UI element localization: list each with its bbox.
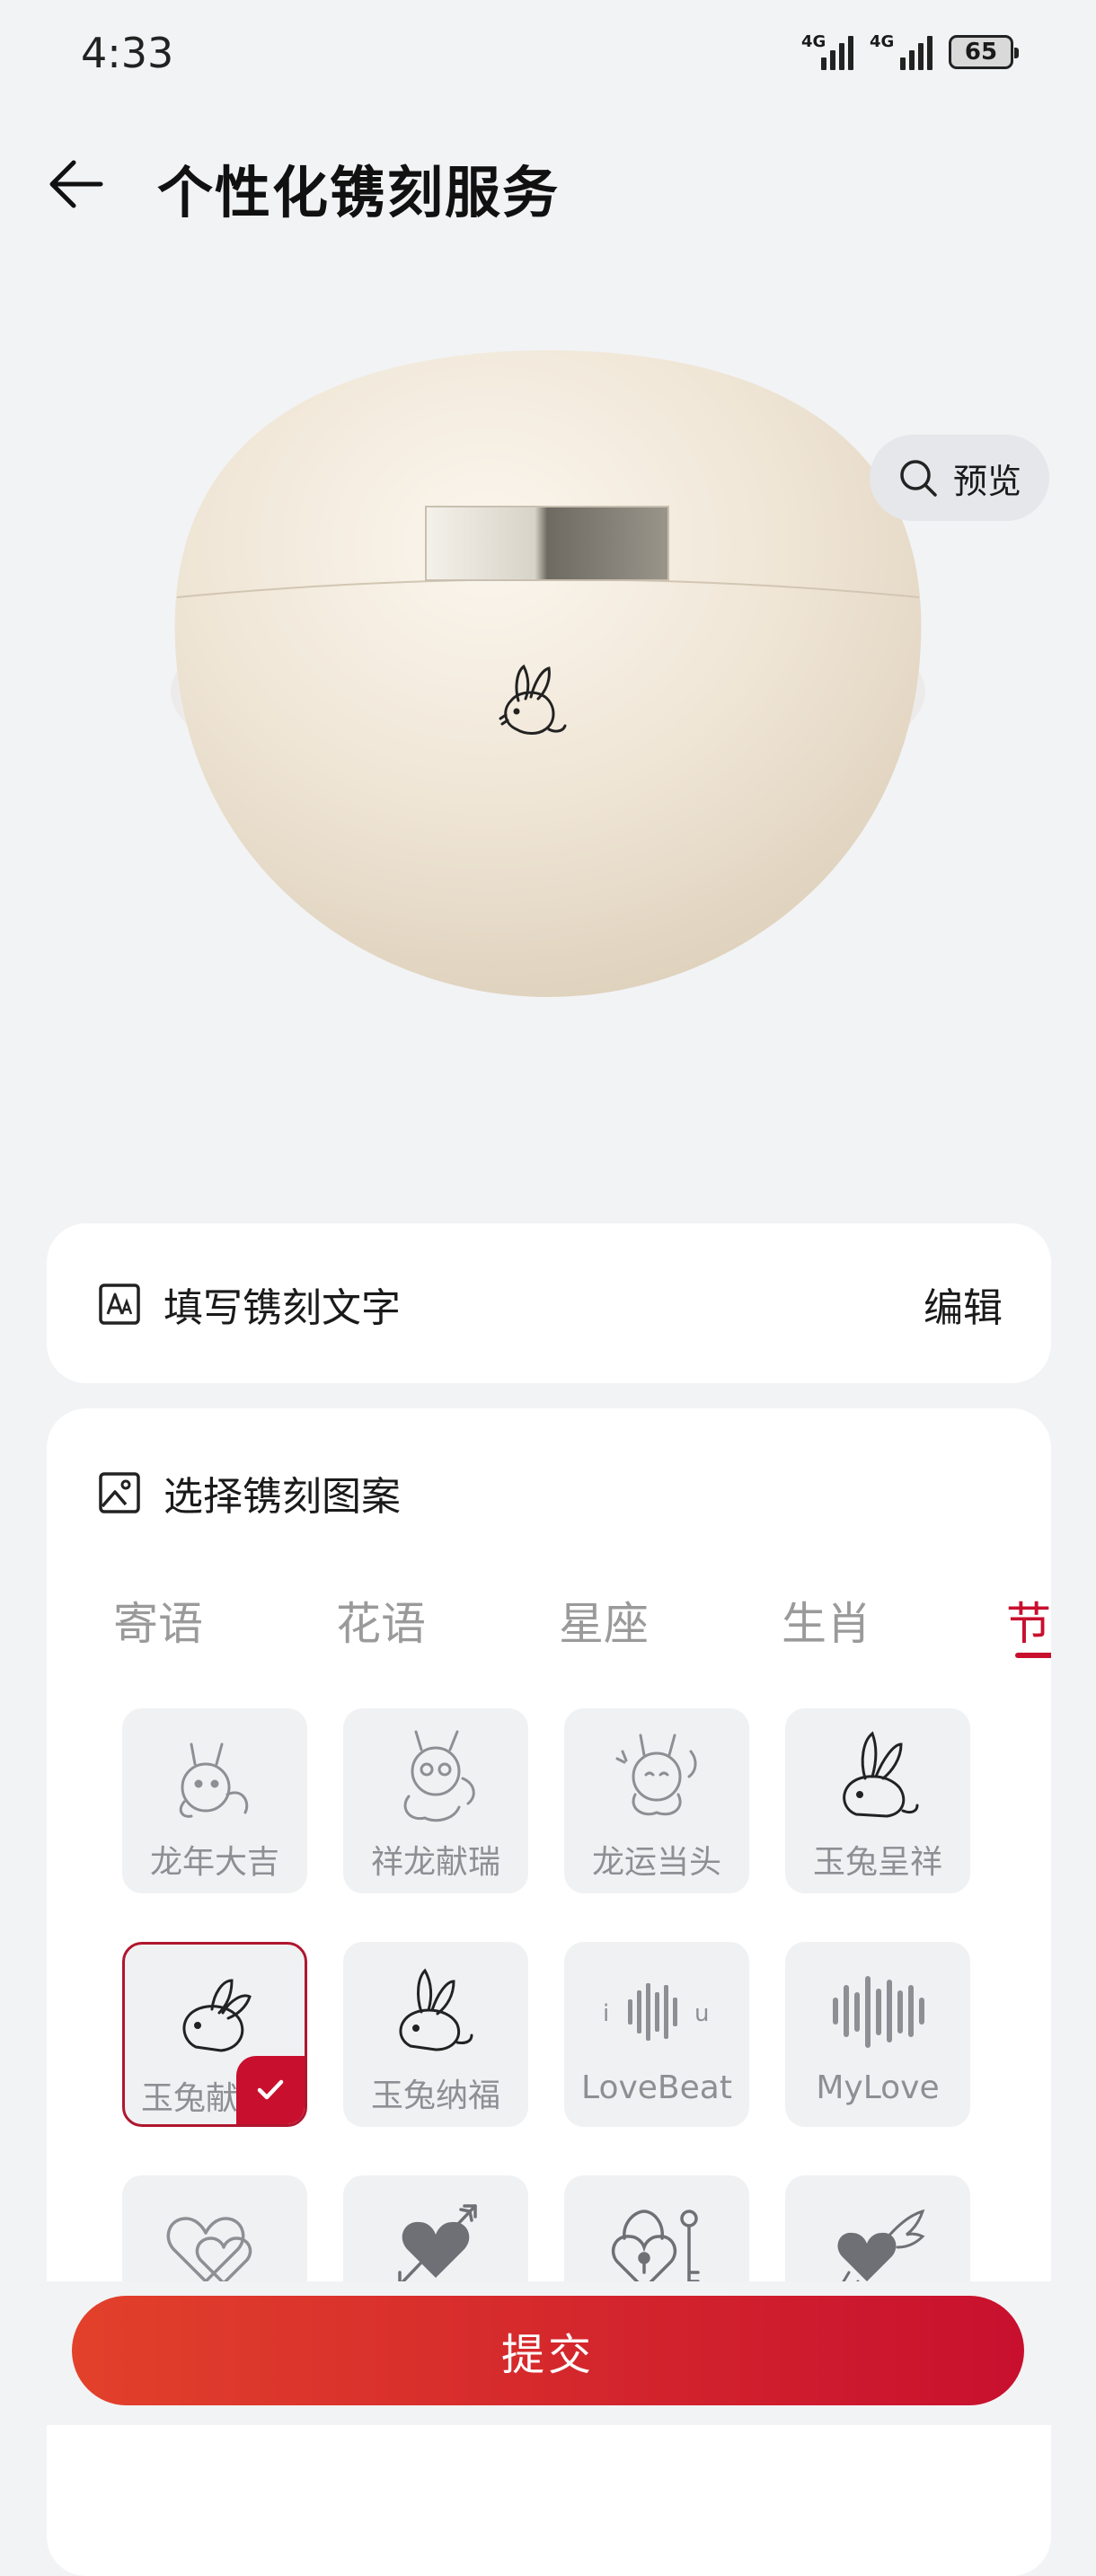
dragon-icon: [179, 1742, 249, 1818]
product-preview: [0, 296, 1096, 1060]
page-title: 个性化镌刻服务: [157, 160, 561, 225]
search-icon: [900, 460, 937, 497]
pattern-name: 玉兔呈祥: [812, 1844, 942, 1881]
pattern-item-lovebeat[interactable]: i u LoveBeat: [564, 1942, 749, 2127]
pattern-category-tabs: 寄语 花语 星座 生肖 节: [47, 1588, 1051, 1687]
status-bar: 4:33 4G 4G 65: [0, 0, 1096, 108]
earbuds-case-image: [171, 350, 925, 997]
pattern-name: LoveBeat: [581, 2069, 732, 2106]
dragon-icon: [615, 1734, 697, 1816]
text-format-icon: [99, 1284, 140, 1325]
engraving-text-label: 填写镌刻文字: [164, 1285, 401, 1331]
image-icon: [99, 1472, 140, 1513]
rabbit-icon: [843, 1731, 919, 1818]
pattern-item-longnian-daji[interactable]: 龙年大吉: [122, 1708, 307, 1893]
pattern-section-header: 选择镌刻图案: [97, 1464, 401, 1522]
network-type-label: 4G: [801, 32, 826, 51]
battery-level: 65: [964, 39, 998, 66]
svg-text:i: i: [603, 2000, 609, 2027]
submit-button[interactable]: 提交: [72, 2296, 1024, 2405]
battery-icon: 65: [949, 35, 1019, 69]
svg-text:u: u: [694, 2000, 709, 2027]
header: 个性化镌刻服务: [0, 135, 1096, 234]
tab-huayu[interactable]: 花语: [336, 1588, 426, 1653]
pattern-item-yutu-xian[interactable]: 玉兔献: [122, 1942, 307, 2127]
active-tab-indicator: [1015, 1653, 1051, 1658]
back-button[interactable]: [45, 153, 108, 216]
soundwave-icon: i u: [603, 1983, 709, 2041]
status-icons: 4G 4G 65: [801, 32, 1019, 70]
pattern-name: 龙运当头: [591, 1844, 721, 1881]
pattern-name: 玉兔纳福: [370, 2078, 500, 2114]
signal-icon: 4G: [801, 32, 853, 70]
tab-jiyu[interactable]: 寄语: [113, 1588, 203, 1653]
engraving-text-row: 填写镌刻文字: [97, 1275, 401, 1333]
engraving-text-card[interactable]: 填写镌刻文字 编辑: [47, 1223, 1051, 1383]
pattern-name: MyLove: [816, 2069, 940, 2106]
pattern-name: 龙年大吉: [149, 1844, 279, 1881]
network-type-label: 4G: [870, 32, 895, 51]
rabbit-icon: [399, 1968, 473, 2051]
edit-button[interactable]: 编辑: [924, 1275, 1003, 1333]
preview-button[interactable]: 预览: [870, 435, 1049, 521]
rabbit-icon: [182, 1979, 252, 2052]
pattern-section-label: 选择镌刻图案: [164, 1474, 401, 1520]
pattern-item-longyun-dangtou[interactable]: 龙运当头: [564, 1708, 749, 1893]
arrow-left-icon: [49, 160, 103, 208]
dragon-icon: [403, 1730, 475, 1822]
signal-icon: 4G: [870, 32, 932, 70]
preview-label: 预览: [952, 461, 1021, 501]
pattern-item-mylove[interactable]: MyLove: [785, 1942, 970, 2127]
pattern-item-yutu-nafu[interactable]: 玉兔纳福: [343, 1942, 528, 2127]
tab-jie[interactable]: 节: [1006, 1588, 1051, 1653]
pattern-item-xianglong-xianrui[interactable]: 祥龙献瑞: [343, 1708, 528, 1893]
tab-xingzuo[interactable]: 星座: [559, 1588, 649, 1653]
soundwave-icon: [833, 1976, 924, 2048]
pattern-name: 祥龙献瑞: [370, 1844, 500, 1881]
pattern-item-yutu-chengxiang[interactable]: 玉兔呈祥: [785, 1708, 970, 1893]
selected-check-icon: [236, 2056, 305, 2124]
status-time: 4:33: [81, 29, 174, 77]
tab-shengxiao[interactable]: 生肖: [782, 1588, 871, 1653]
